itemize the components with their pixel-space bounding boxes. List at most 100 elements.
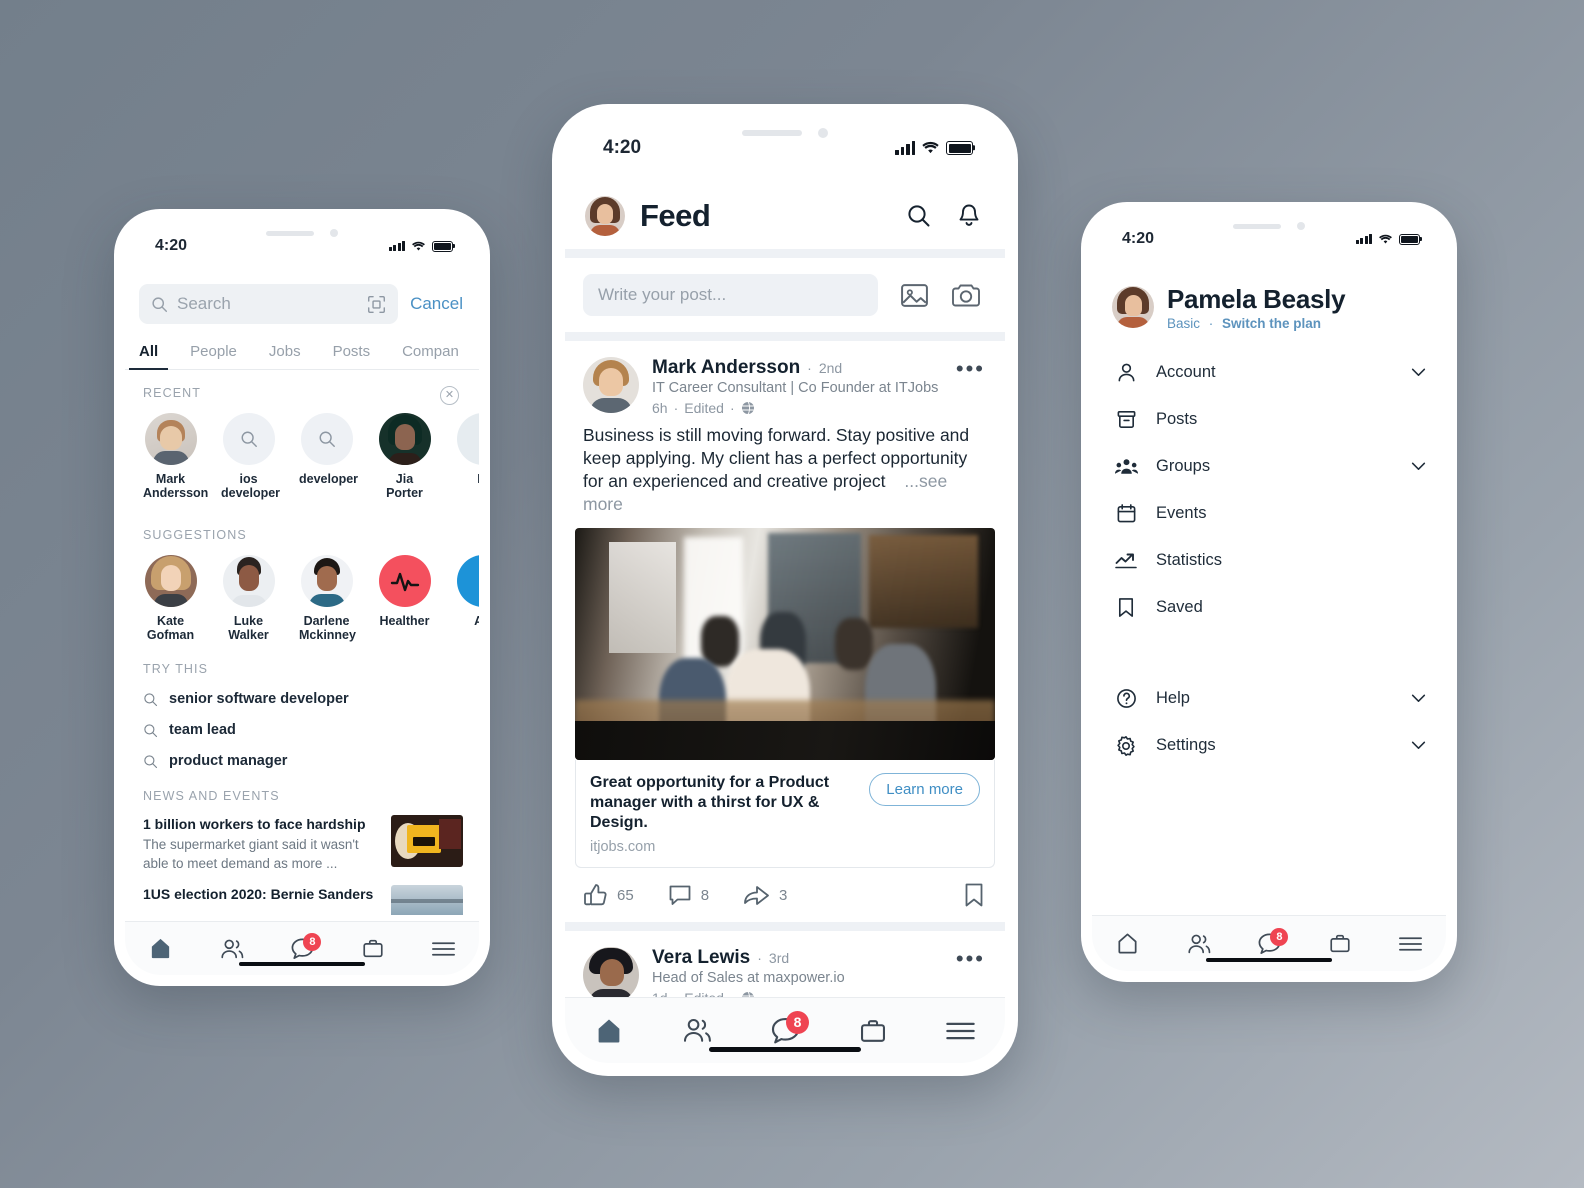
- nav-network[interactable]: [681, 1016, 713, 1045]
- nav-network[interactable]: [1186, 932, 1212, 956]
- post-image[interactable]: [575, 528, 995, 760]
- list-item[interactable]: Luke Walker: [221, 555, 276, 642]
- list-item[interactable]: 1 billion workers to face hardship The s…: [143, 815, 479, 873]
- avatar: [300, 555, 353, 607]
- nav-messages[interactable]: 8: [770, 1010, 809, 1046]
- speaker-grille: [266, 230, 314, 236]
- home-indicator: [1206, 957, 1332, 962]
- nav-jobs[interactable]: [1328, 932, 1352, 955]
- post-author[interactable]: Mark Andersson: [652, 357, 800, 379]
- post-header: Vera Lewis · 3rd Head of Sales at maxpow…: [565, 931, 1005, 997]
- list-item[interactable]: developer: [299, 413, 358, 500]
- list-item[interactable]: 1US election 2020: Bernie Sanders: [143, 885, 479, 915]
- list-item[interactable]: Healther: [377, 555, 432, 642]
- avatar[interactable]: [1112, 286, 1154, 328]
- nav-menu[interactable]: [1398, 935, 1423, 953]
- bell-icon[interactable]: [957, 203, 981, 230]
- tab-jobs[interactable]: Jobs: [269, 343, 301, 369]
- hamburger-icon: [1399, 936, 1423, 951]
- list-item[interactable]: ios developer: [221, 413, 280, 500]
- nav-menu[interactable]: [945, 1020, 976, 1042]
- search-phone: 4:20 Search Cancel All People Jobs Posts: [114, 209, 490, 986]
- trending-up-icon: [1114, 552, 1138, 570]
- nav-jobs[interactable]: [361, 937, 385, 960]
- like-button[interactable]: 65: [583, 883, 634, 907]
- list-item[interactable]: Darlene Mckinney: [299, 555, 356, 642]
- share-button[interactable]: 3: [743, 883, 787, 907]
- tab-posts[interactable]: Posts: [333, 343, 371, 369]
- nav-network[interactable]: [219, 937, 245, 961]
- list-item[interactable]: An: [455, 555, 479, 642]
- nav-messages[interactable]: 8: [1257, 927, 1289, 956]
- composer-divider: [565, 332, 1005, 341]
- comment-button[interactable]: 8: [668, 883, 709, 907]
- cancel-button[interactable]: Cancel: [404, 294, 469, 314]
- front-camera: [1297, 222, 1305, 230]
- list-item[interactable]: M: [455, 413, 479, 500]
- post-header: Mark Andersson · 2nd IT Career Consultan…: [565, 341, 1005, 416]
- avatar[interactable]: [583, 357, 639, 413]
- nav-home[interactable]: [148, 936, 173, 961]
- tab-all[interactable]: All: [128, 343, 169, 370]
- list-item[interactable]: Kate Gofman: [143, 555, 198, 642]
- switch-plan-link[interactable]: Switch the plan: [1222, 316, 1321, 331]
- nav-messages[interactable]: 8: [290, 932, 322, 961]
- list-item[interactable]: senior software developer: [143, 691, 479, 707]
- search-results-body: RECENT ✕ Mark Andersson ios developer de…: [125, 370, 479, 915]
- cellular-signal-icon: [895, 141, 915, 155]
- nav-jobs[interactable]: [858, 1017, 888, 1045]
- avatar[interactable]: [583, 947, 639, 997]
- profile-name: Pamela Beasly: [1167, 283, 1346, 314]
- image-icon[interactable]: [900, 282, 929, 309]
- bookmark-icon[interactable]: [963, 882, 985, 908]
- wifi-icon: [922, 141, 939, 154]
- menu-item-posts[interactable]: Posts: [1114, 396, 1426, 443]
- menu-item-events[interactable]: Events: [1114, 490, 1426, 537]
- list-item[interactable]: product manager: [143, 753, 479, 769]
- menu-item-help[interactable]: Help: [1114, 675, 1426, 722]
- profile-header: Pamela Beasly Basic · Switch the plan: [1092, 271, 1446, 343]
- tab-people[interactable]: People: [190, 343, 237, 369]
- post-author[interactable]: Vera Lewis: [652, 947, 750, 969]
- menu-item-settings[interactable]: Settings: [1114, 722, 1426, 769]
- list-item[interactable]: team lead: [143, 722, 479, 738]
- more-dots-icon[interactable]: •••: [956, 947, 985, 997]
- notch: [682, 117, 888, 149]
- company-logo: [378, 555, 431, 607]
- nav-home[interactable]: [594, 1016, 624, 1046]
- nav-menu[interactable]: [431, 940, 456, 958]
- list-item-label: Healther: [379, 614, 430, 628]
- close-circle-icon[interactable]: ✕: [440, 386, 459, 405]
- link-preview-card[interactable]: Great opportunity for a Product manager …: [575, 760, 995, 868]
- bottom-navigation: 8: [1092, 915, 1446, 971]
- tab-companies[interactable]: Compan: [402, 343, 459, 369]
- camera-icon[interactable]: [951, 282, 981, 309]
- list-item[interactable]: Jia Porter: [377, 413, 432, 500]
- post-input[interactable]: Write your post...: [583, 274, 878, 316]
- search-icon: [319, 431, 335, 447]
- search-row: Search Cancel: [125, 278, 479, 330]
- learn-more-button[interactable]: Learn more: [869, 773, 980, 806]
- menu-item-saved[interactable]: Saved: [1114, 584, 1426, 631]
- news-title: 1 billion workers to face hardship: [143, 816, 366, 832]
- menu-item-statistics[interactable]: Statistics: [1114, 537, 1426, 584]
- search-input[interactable]: Search: [139, 284, 399, 324]
- search-icon[interactable]: [906, 203, 932, 229]
- query-icon-circle: [222, 413, 275, 465]
- nav-home[interactable]: [1115, 931, 1140, 956]
- list-item[interactable]: Mark Andersson: [143, 413, 208, 500]
- post-time: 6h: [652, 400, 668, 416]
- help-circle-icon: [1114, 688, 1138, 709]
- post-degree-separator: ·: [807, 360, 812, 376]
- avatar: [222, 555, 275, 607]
- menu-item-label: Settings: [1156, 736, 1216, 754]
- feed-phone: 4:20 Feed Write your post... Mark Anders…: [552, 104, 1018, 1076]
- menu-item-groups[interactable]: Groups: [1114, 443, 1426, 490]
- avatar: [456, 413, 479, 465]
- search-icon: [144, 723, 158, 737]
- scan-icon[interactable]: [367, 295, 386, 314]
- cellular-signal-icon: [388, 241, 405, 251]
- avatar[interactable]: [585, 196, 625, 236]
- menu-item-account[interactable]: Account: [1114, 349, 1426, 396]
- more-dots-icon[interactable]: •••: [956, 357, 985, 416]
